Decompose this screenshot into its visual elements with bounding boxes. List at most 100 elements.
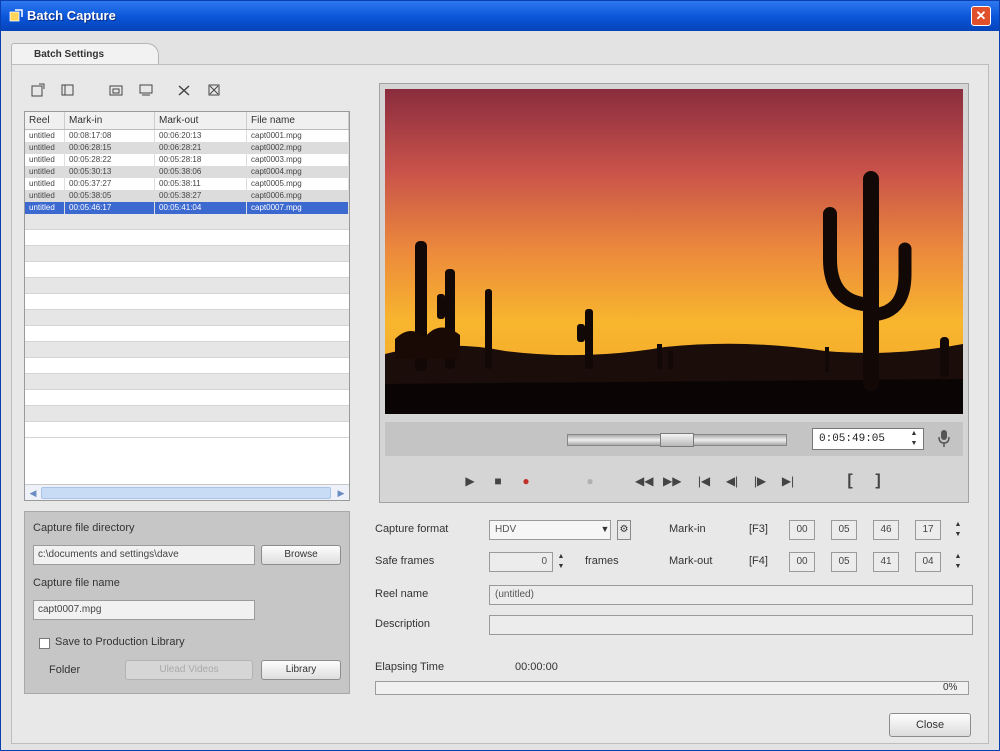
mark-in-minutes[interactable]: 05 — [831, 520, 857, 540]
column-header[interactable]: Mark-in — [65, 112, 155, 129]
table-cell: 00:05:38:27 — [155, 190, 247, 202]
elapsed-time-label: Elapsing Time — [375, 661, 445, 673]
scroll-thumb[interactable] — [41, 487, 331, 499]
mark-in-frames[interactable]: 17 — [915, 520, 941, 540]
folder-select[interactable]: Ulead Videos — [125, 660, 253, 680]
capture-format-select[interactable]: HDV — [489, 520, 611, 540]
directory-field[interactable]: c:\documents and settings\dave — [33, 545, 255, 565]
mark-out-minutes[interactable]: 05 — [831, 552, 857, 572]
clear-icon[interactable] — [205, 83, 223, 99]
table-row[interactable]: untitled 00:05:30:13 00:05:38:06 capt0004.m… — [25, 166, 349, 178]
table-cell: untitled — [25, 154, 65, 166]
table-empty-area — [25, 214, 349, 438]
column-header[interactable]: File name — [247, 112, 349, 129]
mark-in-seconds[interactable]: 46 — [873, 520, 899, 540]
mark-out-seconds[interactable]: 41 — [873, 552, 899, 572]
chevron-down-icon[interactable]: ▼ — [599, 520, 611, 540]
safe-frames-field[interactable]: 0 — [489, 552, 553, 572]
go-start-icon[interactable]: |◀ — [695, 472, 713, 490]
play-icon[interactable]: ▶ — [461, 472, 479, 490]
mark-in-spinner[interactable]: ▲ ▼ — [953, 520, 963, 540]
mark-out-spinner[interactable]: ▲ ▼ — [953, 552, 963, 572]
format-options-icon[interactable]: ⚙ — [617, 520, 631, 540]
record-icon[interactable]: ● — [517, 472, 535, 490]
mark-in-hours[interactable]: 00 — [789, 520, 815, 540]
table-row[interactable]: untitled 00:05:37:27 00:05:38:11 capt0005.m… — [25, 178, 349, 190]
safe-frames-spinner[interactable]: ▲ ▼ — [556, 552, 566, 572]
empty-table-row — [25, 230, 349, 246]
table-cell: untitled — [25, 202, 65, 214]
capture-file-panel: Capture file directory c:\documents and … — [24, 511, 350, 694]
empty-table-row — [25, 246, 349, 262]
fast-forward-icon[interactable]: ▶▶ — [663, 472, 681, 490]
table-row[interactable]: untitled 00:05:28:22 00:05:28:18 capt0003.m… — [25, 154, 349, 166]
file-name-field[interactable]: capt0007.mpg — [33, 600, 255, 620]
mark-in-label: Mark-in — [669, 523, 706, 535]
table-cell: 00:06:28:21 — [155, 142, 247, 154]
table-cell: capt0004.mpg — [247, 166, 349, 178]
description-label: Description — [375, 618, 431, 630]
table-cell: capt0003.mpg — [247, 154, 349, 166]
batch-list-table: Reel Mark-in Mark-out File name untitled… — [24, 111, 350, 501]
mark-out-hours[interactable]: 00 — [789, 552, 815, 572]
empty-table-row — [25, 294, 349, 310]
safe-frames-label: Safe frames — [375, 555, 435, 567]
table-cell: 00:05:46:17 — [65, 202, 155, 214]
slider-thumb[interactable] — [660, 433, 694, 447]
capture-progress-bar — [375, 681, 969, 695]
stop-icon[interactable]: ■ — [489, 472, 507, 490]
close-button[interactable]: Close — [889, 713, 971, 737]
window-title: Batch Capture — [27, 8, 116, 23]
table-row[interactable]: untitled 00:05:38:05 00:05:38:27 capt0006.m… — [25, 190, 349, 202]
table-row[interactable]: untitled 00:05:46:17 00:05:41:04 capt0007.m… — [25, 202, 349, 214]
step-forward-icon[interactable]: |▶ — [751, 472, 769, 490]
batch-capture-window: Batch Capture ✕ Batch Settings Reel Mark… — [0, 0, 1000, 751]
table-cell: 00:05:38:06 — [155, 166, 247, 178]
scroll-right-icon[interactable]: ▶ — [335, 487, 347, 499]
go-end-icon[interactable]: ▶| — [779, 472, 797, 490]
empty-table-row — [25, 342, 349, 358]
scroll-left-icon[interactable]: ◀ — [27, 487, 39, 499]
horizontal-scrollbar[interactable]: ◀ ▶ — [25, 484, 349, 500]
video-preview — [385, 89, 963, 414]
folder-label: Folder — [49, 664, 81, 676]
mark-in-icon[interactable]: [ — [841, 472, 859, 490]
browse-button[interactable]: Browse — [261, 545, 341, 565]
reel-name-field[interactable]: (untitled) — [489, 585, 973, 605]
capture-icon[interactable]: ● — [581, 472, 599, 490]
column-header[interactable]: Reel — [25, 112, 65, 129]
window-close-button[interactable]: ✕ — [971, 6, 991, 26]
column-header[interactable]: Mark-out — [155, 112, 247, 129]
folder-icon[interactable] — [107, 83, 125, 99]
empty-table-row — [25, 326, 349, 342]
table-header: Reel Mark-in Mark-out File name — [25, 112, 349, 130]
mark-out-label: Mark-out — [669, 555, 713, 567]
open-icon[interactable] — [59, 83, 77, 99]
app-icon — [9, 9, 23, 22]
mark-out-frames[interactable]: 04 — [915, 552, 941, 572]
transport-controls: ▶ ■ ● ● ◀◀ ▶▶ |◀ ◀| |▶ ▶| [ ] — [385, 464, 963, 498]
empty-table-row — [25, 278, 349, 294]
table-cell: 00:05:38:11 — [155, 178, 247, 190]
timecode-spinner[interactable]: ▲ ▼ — [908, 429, 920, 449]
microphone-icon[interactable] — [937, 428, 951, 448]
delete-icon[interactable] — [175, 83, 193, 99]
save-icon[interactable] — [137, 83, 155, 99]
table-row[interactable]: untitled 00:06:28:15 00:06:28:21 capt0002.m… — [25, 142, 349, 154]
table-cell: 00:05:30:13 — [65, 166, 155, 178]
table-cell: capt0001.mpg — [247, 130, 349, 142]
table-row[interactable]: untitled 00:08:17:08 00:06:20:13 capt0001.m… — [25, 130, 349, 142]
mark-out-icon[interactable]: ] — [869, 472, 887, 490]
shuttle-slider[interactable] — [567, 433, 787, 447]
save-to-library-label: Save to Production Library — [55, 636, 185, 648]
tab-batch-settings[interactable]: Batch Settings — [11, 43, 159, 65]
description-field[interactable] — [489, 615, 973, 635]
table-cell: untitled — [25, 166, 65, 178]
new-icon[interactable] — [29, 83, 47, 99]
step-back-icon[interactable]: ◀| — [723, 472, 741, 490]
reel-name-label: Reel name — [375, 588, 429, 600]
rewind-icon[interactable]: ◀◀ — [635, 472, 653, 490]
library-button[interactable]: Library — [261, 660, 341, 680]
save-to-library-checkbox[interactable] — [39, 638, 50, 649]
mark-out-hotkey: [F4] — [749, 555, 768, 567]
